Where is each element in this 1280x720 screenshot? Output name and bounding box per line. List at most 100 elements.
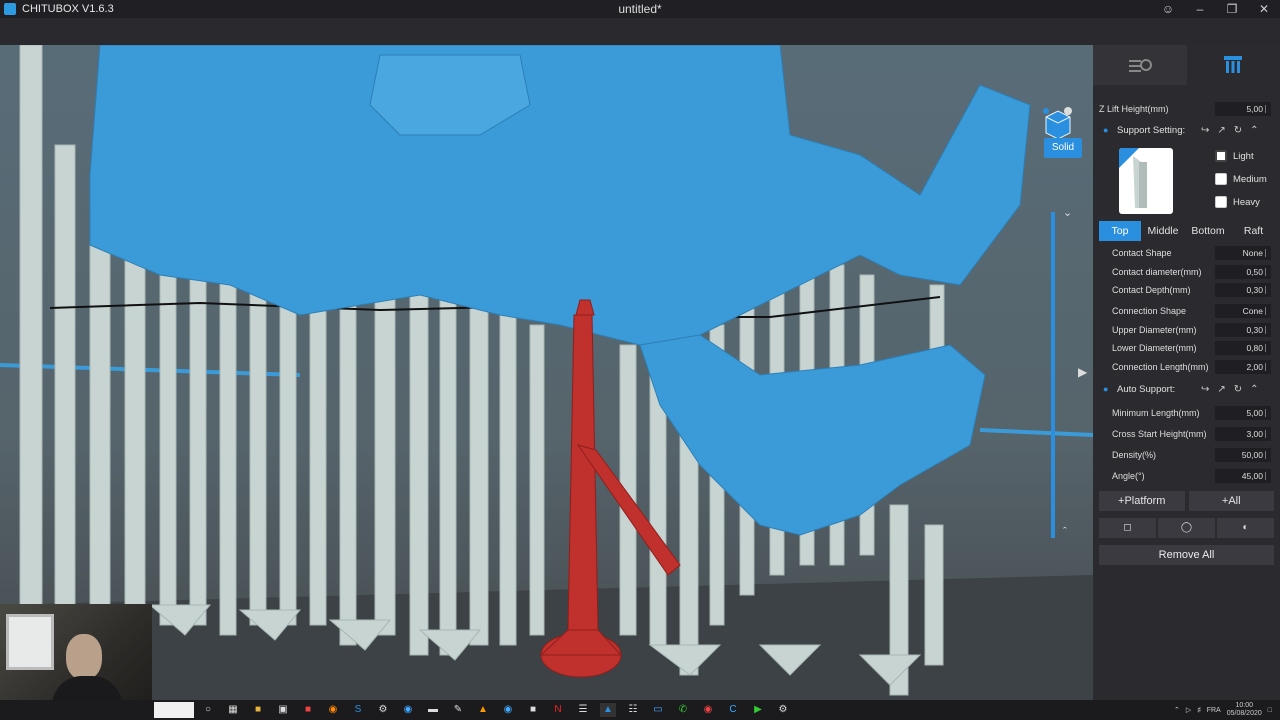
whatsapp-icon[interactable]: ✆ <box>675 703 691 717</box>
tab-middle[interactable]: Middle <box>1141 221 1185 241</box>
close-icon[interactable]: ✕ <box>1248 0 1280 18</box>
taskbar: ○ ▦ ■ ▣ ■ ◉ S ⚙ ◉ ▬ ✎ ▲ ◉ ■ N ☰ ▲ ☷ ▭ ✆ … <box>0 700 1280 720</box>
weight-medium[interactable]: Medium <box>1215 173 1267 185</box>
minimum-length-input[interactable]: 5,00 <box>1215 406 1271 420</box>
media-icon[interactable]: ▬ <box>425 703 441 717</box>
auto-support-label: Auto Support: <box>1117 383 1176 395</box>
taskbar-search[interactable] <box>154 702 194 718</box>
param-row: Contact Shape None <box>1093 244 1280 262</box>
layer-slider[interactable] <box>1051 212 1055 538</box>
netflix-icon[interactable]: N <box>550 703 566 717</box>
connection-length-input[interactable]: 2,00 <box>1215 360 1271 374</box>
tab-top[interactable]: Top <box>1099 221 1141 241</box>
tray-arrow-icon[interactable]: ⌃ <box>1174 706 1180 714</box>
contact-diameter-input[interactable]: 0,50 <box>1215 265 1271 279</box>
chitubox-logo-icon <box>4 3 16 15</box>
app-orange-icon[interactable]: ▲ <box>475 703 491 717</box>
connection-shape-select[interactable]: Cone <box>1215 304 1271 318</box>
app-blue-icon[interactable]: ◉ <box>400 703 416 717</box>
weight-light[interactable]: Light <box>1215 150 1254 162</box>
auto-param-row: Minimum Length(mm) 5,00 <box>1093 404 1280 422</box>
app-generic-icon[interactable]: ■ <box>525 703 541 717</box>
skype-icon[interactable]: S <box>350 703 366 717</box>
file-explorer-icon[interactable]: ■ <box>250 703 266 717</box>
app-grey-icon[interactable]: ☰ <box>575 703 591 717</box>
network-icon[interactable]: ▷ <box>1186 706 1191 714</box>
app-red-icon[interactable]: ■ <box>300 703 316 717</box>
firefox-icon[interactable]: ◉ <box>325 703 341 717</box>
chevron-up-icon[interactable]: ˆ <box>1063 526 1067 538</box>
contact-shape-select[interactable]: None <box>1215 246 1271 260</box>
notepad-icon[interactable]: ✎ <box>450 703 466 717</box>
clock[interactable]: 10:00 05/08/2020 <box>1227 702 1262 718</box>
task-view-icon[interactable]: ▦ <box>225 703 241 717</box>
cortana-icon[interactable]: ○ <box>200 703 216 717</box>
panel-toggle-arrow-icon[interactable]: ▶ <box>1078 365 1090 381</box>
support-tool-3-icon[interactable]: ◐ <box>1217 518 1274 538</box>
collapse-marker-icon: ● <box>1103 125 1109 135</box>
app-doc-icon[interactable]: ▭ <box>650 703 666 717</box>
z-lift-input[interactable]: 5,00 <box>1215 102 1271 116</box>
import-icon[interactable]: ↪ <box>1201 125 1209 136</box>
cross-start-height-input[interactable]: 3,00 <box>1215 427 1271 441</box>
app-c-icon[interactable]: C <box>725 703 741 717</box>
user-icon[interactable]: ☺ <box>1152 0 1184 18</box>
restore-icon[interactable]: ❐ <box>1216 0 1248 18</box>
reset-icon[interactable]: ↻ <box>1234 125 1242 136</box>
tab-raft[interactable]: Raft <box>1231 221 1276 241</box>
param-label: Connection Shape <box>1112 306 1187 316</box>
z-lift-label: Z Lift Height(mm) <box>1099 104 1169 114</box>
reset-icon[interactable]: ↻ <box>1234 384 1242 395</box>
support-tab[interactable] <box>1186 45 1280 85</box>
density-input[interactable]: 50,00 <box>1215 448 1271 462</box>
auto-param-row: Density(%) 50,00 <box>1093 446 1280 464</box>
steam-icon[interactable]: ⚙ <box>375 703 391 717</box>
tab-bottom[interactable]: Bottom <box>1185 221 1231 241</box>
app-lightblue-icon[interactable]: ◉ <box>500 703 516 717</box>
3d-viewport[interactable] <box>0 45 1093 700</box>
support-tool-1-icon[interactable]: ◻ <box>1099 518 1156 538</box>
contact-depth-input[interactable]: 0,30 <box>1215 283 1271 297</box>
export-icon[interactable]: ↗ <box>1217 384 1225 395</box>
chitubox-taskbar-icon[interactable]: ▲ <box>600 703 616 717</box>
support-preview-image <box>1119 148 1173 214</box>
upper-diameter-input[interactable]: 0,30 <box>1215 323 1271 337</box>
language-indicator[interactable]: FRA <box>1207 707 1221 714</box>
checkbox-light[interactable] <box>1215 150 1227 162</box>
chevron-down-icon[interactable]: ⌄ <box>1063 206 1072 219</box>
collapse-up-icon[interactable]: ⌃ <box>1250 384 1258 395</box>
param-label: Lower Diameter(mm) <box>1112 343 1197 353</box>
app-settings-icon[interactable]: ⚙ <box>775 703 791 717</box>
checkbox-heavy[interactable] <box>1215 196 1227 208</box>
add-all-button[interactable]: +All <box>1188 491 1274 511</box>
lower-diameter-input[interactable]: 0,80 <box>1215 341 1271 355</box>
app-name: CHITUBOX V1.6.3 <box>22 3 114 15</box>
clock-date: 05/08/2020 <box>1226 710 1262 717</box>
app-network-icon[interactable]: ☷ <box>625 703 641 717</box>
solid-view-button[interactable]: Solid <box>1044 138 1082 158</box>
angle-input[interactable]: 45,00 <box>1215 469 1271 483</box>
notification-icon[interactable]: □ <box>1268 707 1272 714</box>
add-platform-button[interactable]: +Platform <box>1099 491 1185 511</box>
app-green-icon[interactable]: ▶ <box>750 703 766 717</box>
param-label: Contact Depth(mm) <box>1112 285 1191 295</box>
checkbox-medium[interactable] <box>1215 173 1227 185</box>
remove-all-button[interactable]: Remove All <box>1099 545 1274 565</box>
menu-bar <box>0 18 1280 45</box>
minimize-icon[interactable]: – <box>1184 0 1216 18</box>
auto-param-row: Angle(°) 45,00 <box>1093 467 1280 485</box>
collapse-up-icon[interactable]: ⌃ <box>1250 125 1258 136</box>
param-row: Lower Diameter(mm) 0,80 <box>1093 339 1280 357</box>
import-icon[interactable]: ↪ <box>1201 384 1209 395</box>
chrome-icon[interactable]: ◉ <box>700 703 716 717</box>
weight-heavy[interactable]: Heavy <box>1215 196 1260 208</box>
export-icon[interactable]: ↗ <box>1217 125 1225 136</box>
settings-tab[interactable] <box>1093 45 1187 85</box>
volume-icon[interactable]: ♯ <box>1197 707 1201 714</box>
param-label: Contact Shape <box>1112 248 1172 258</box>
support-tool-2-icon[interactable]: ◯ <box>1158 518 1215 538</box>
support-setting-label: Support Setting: <box>1117 124 1186 136</box>
param-label: Contact diameter(mm) <box>1112 267 1202 277</box>
store-icon[interactable]: ▣ <box>275 703 291 717</box>
param-label: Upper Diameter(mm) <box>1112 325 1197 335</box>
